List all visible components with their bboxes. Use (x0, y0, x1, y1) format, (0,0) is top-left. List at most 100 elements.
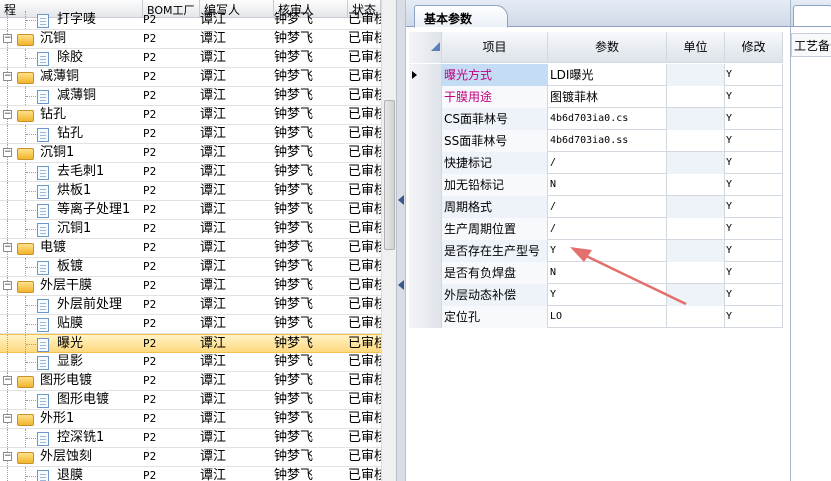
col-header-unit[interactable]: 单位 (667, 32, 725, 63)
col-header-item[interactable]: 项目 (442, 32, 548, 63)
param-value-cell[interactable]: / (548, 218, 667, 240)
collapse-toggle-icon[interactable]: − (3, 34, 12, 43)
tree-group-row[interactable]: − 外层干膜 P2 谭江 钟梦飞 已审核 (0, 277, 381, 296)
row-indicator[interactable] (409, 284, 442, 306)
param-value-cell[interactable]: / (548, 196, 667, 218)
tree-item-row[interactable]: 贴膜 P2 谭江 钟梦飞 已审核 (0, 315, 381, 334)
param-unit-cell[interactable] (667, 218, 725, 240)
param-row[interactable]: 曝光方式 LDI曝光 Y (409, 64, 783, 86)
param-modify-cell[interactable]: Y (725, 86, 783, 108)
param-value-cell[interactable]: Y (548, 284, 667, 306)
tree-item-row[interactable]: 显影 P2 谭江 钟梦飞 已审核 (0, 353, 381, 372)
collapse-toggle-icon[interactable]: − (3, 376, 12, 385)
tree-group-row[interactable]: − 减薄铜 P2 谭江 钟梦飞 已审核 (0, 68, 381, 87)
param-modify-cell[interactable]: Y (725, 262, 783, 284)
row-indicator[interactable] (409, 108, 442, 130)
collapse-toggle-icon[interactable]: − (3, 148, 12, 157)
param-row[interactable]: 是否存在生产型号 Y Y (409, 240, 783, 262)
param-row[interactable]: 是否有负焊盘 N Y (409, 262, 783, 284)
param-modify-cell[interactable]: Y (725, 240, 783, 262)
panel-splitter[interactable] (396, 0, 406, 481)
row-indicator[interactable] (409, 130, 442, 152)
collapse-toggle-icon[interactable]: − (3, 414, 12, 423)
param-modify-cell[interactable]: Y (725, 174, 783, 196)
tree-item-row[interactable]: 图形电镀 P2 谭江 钟梦飞 已审核 (0, 391, 381, 410)
param-row[interactable]: 外层动态补偿 Y Y (409, 284, 783, 306)
row-indicator[interactable] (409, 86, 442, 108)
tree-item-row[interactable]: 烘板1 P2 谭江 钟梦飞 已审核 (0, 182, 381, 201)
tab-basic-params[interactable]: 基本参数 (414, 5, 508, 28)
param-value-cell[interactable]: LO (548, 306, 667, 328)
vertical-scrollbar[interactable] (381, 0, 396, 481)
param-unit-cell[interactable] (667, 196, 725, 218)
row-indicator[interactable] (409, 218, 442, 240)
param-modify-cell[interactable]: Y (725, 306, 783, 328)
param-value-cell[interactable]: LDI曝光 (548, 64, 667, 86)
param-value-cell[interactable]: 4b6d703ia0.cs (548, 108, 667, 130)
param-unit-cell[interactable] (667, 64, 725, 86)
param-value-cell[interactable]: 图镀菲林 (548, 86, 667, 108)
tree-group-row[interactable]: − 图形电镀 P2 谭江 钟梦飞 已审核 (0, 372, 381, 391)
collapse-toggle-icon[interactable]: − (3, 243, 12, 252)
tree-item-row[interactable]: 去毛刺1 P2 谭江 钟梦飞 已审核 (0, 163, 381, 182)
tree-group-row[interactable]: − 沉铜 P2 谭江 钟梦飞 已审核 (0, 30, 381, 49)
param-modify-cell[interactable]: Y (725, 196, 783, 218)
param-row[interactable]: 加无铅标记 N Y (409, 174, 783, 196)
param-modify-cell[interactable]: Y (725, 218, 783, 240)
row-indicator[interactable] (409, 152, 442, 174)
param-unit-cell[interactable] (667, 108, 725, 130)
row-indicator[interactable] (409, 262, 442, 284)
collapse-toggle-icon[interactable]: − (3, 72, 12, 81)
collapse-left-arrow-icon[interactable] (398, 280, 404, 290)
collapse-toggle-icon[interactable]: − (3, 452, 12, 461)
tree-item-row[interactable]: 钻孔 P2 谭江 钟梦飞 已审核 (0, 125, 381, 144)
param-unit-cell[interactable] (667, 306, 725, 328)
param-row[interactable]: SS面菲林号 4b6d703ia0.ss Y (409, 130, 783, 152)
row-indicator[interactable] (409, 306, 442, 328)
param-row[interactable]: 周期格式 / Y (409, 196, 783, 218)
row-indicator[interactable] (409, 64, 442, 86)
tree-item-row[interactable]: 板镀 P2 谭江 钟梦飞 已审核 (0, 258, 381, 277)
param-row[interactable]: 干膜用途 图镀菲林 Y (409, 86, 783, 108)
param-modify-cell[interactable]: Y (725, 108, 783, 130)
param-unit-cell[interactable] (667, 130, 725, 152)
param-modify-cell[interactable]: Y (725, 284, 783, 306)
param-modify-cell[interactable]: Y (725, 64, 783, 86)
tab-process-notes[interactable] (793, 5, 831, 27)
tree-item-row[interactable]: 退膜 P2 谭江 钟梦飞 已审核 (0, 467, 381, 481)
scrollbar-thumb[interactable] (384, 100, 395, 250)
param-modify-cell[interactable]: Y (725, 152, 783, 174)
param-value-cell[interactable]: N (548, 174, 667, 196)
param-modify-cell[interactable]: Y (725, 130, 783, 152)
col-header-modify[interactable]: 修改 (725, 32, 783, 63)
param-row[interactable]: CS面菲林号 4b6d703ia0.cs Y (409, 108, 783, 130)
tree-group-row[interactable]: − 钻孔 P2 谭江 钟梦飞 已审核 (0, 106, 381, 125)
param-row[interactable]: 生产周期位置 / Y (409, 218, 783, 240)
param-value-cell[interactable]: N (548, 262, 667, 284)
param-row[interactable]: 快捷标记 / Y (409, 152, 783, 174)
tree-item-row[interactable]: 减薄铜 P2 谭江 钟梦飞 已审核 (0, 87, 381, 106)
param-unit-cell[interactable] (667, 262, 725, 284)
param-unit-cell[interactable] (667, 284, 725, 306)
param-unit-cell[interactable] (667, 240, 725, 262)
collapse-toggle-icon[interactable]: − (3, 281, 12, 290)
row-indicator[interactable] (409, 174, 442, 196)
param-value-cell[interactable]: / (548, 152, 667, 174)
col-header-param[interactable]: 参数 (548, 32, 667, 63)
tree-group-row[interactable]: − 沉铜1 P2 谭江 钟梦飞 已审核 (0, 144, 381, 163)
collapse-toggle-icon[interactable]: − (3, 110, 12, 119)
collapse-left-arrow-icon[interactable] (398, 195, 404, 205)
tree-group-row[interactable]: − 电镀 P2 谭江 钟梦飞 已审核 (0, 239, 381, 258)
row-indicator[interactable] (409, 240, 442, 262)
tree-group-row[interactable]: − 外层蚀刻 P2 谭江 钟梦飞 已审核 (0, 448, 381, 467)
param-unit-cell[interactable] (667, 86, 725, 108)
param-unit-cell[interactable] (667, 152, 725, 174)
param-row[interactable]: 定位孔 LO Y (409, 306, 783, 328)
row-indicator[interactable] (409, 196, 442, 218)
param-value-cell[interactable]: 4b6d703ia0.ss (548, 130, 667, 152)
tree-item-row[interactable]: 沉铜1 P2 谭江 钟梦飞 已审核 (0, 220, 381, 239)
tree-item-row[interactable]: 控深铣1 P2 谭江 钟梦飞 已审核 (0, 429, 381, 448)
tree-item-row[interactable]: 打字唛 P2 谭江 钟梦飞 已审核 (0, 11, 381, 30)
tree-group-row[interactable]: − 外形1 P2 谭江 钟梦飞 已审核 (0, 410, 381, 429)
param-unit-cell[interactable] (667, 174, 725, 196)
